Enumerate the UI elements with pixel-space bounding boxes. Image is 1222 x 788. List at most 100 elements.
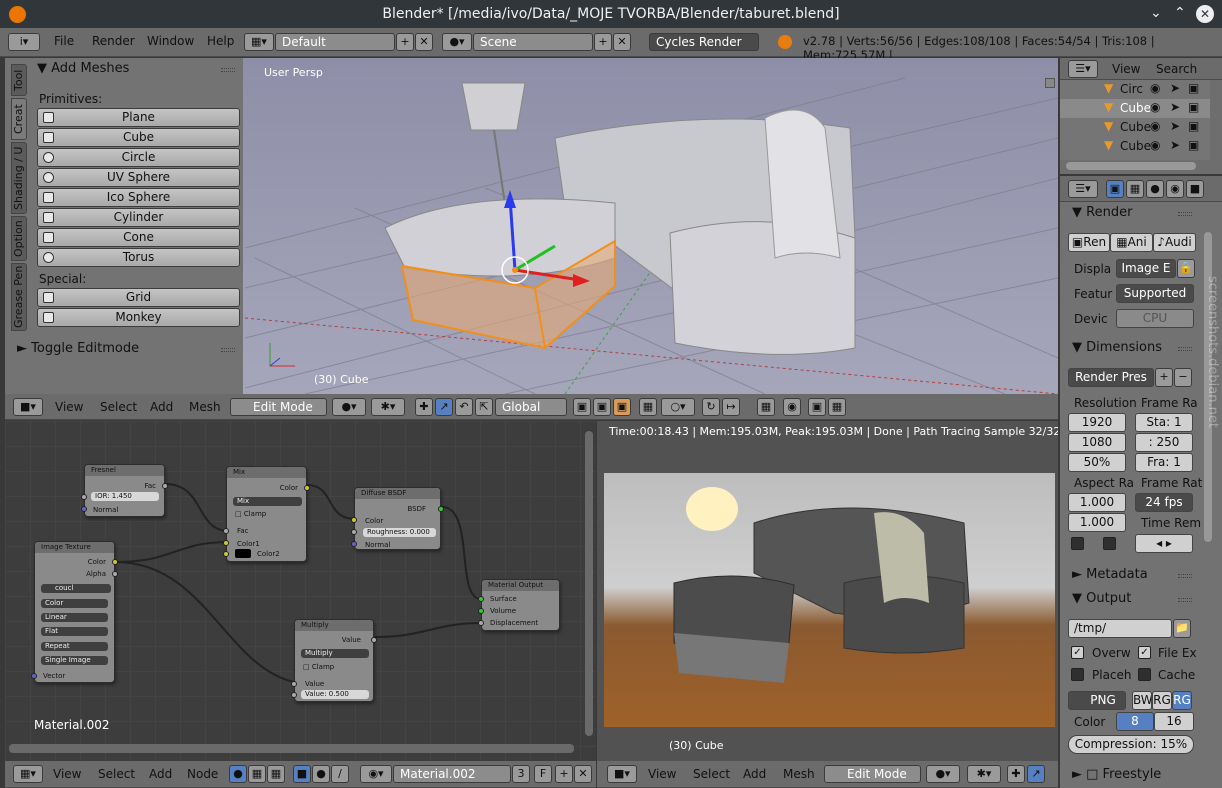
material-fake-user-button[interactable]: F xyxy=(534,765,552,783)
rotate-icon[interactable]: ↶ xyxy=(455,398,473,416)
resolution-y-field[interactable]: 1080 xyxy=(1068,433,1126,452)
node-horizontal-scrollbar[interactable] xyxy=(9,744,574,753)
render-animation-button[interactable]: ▦Ani xyxy=(1110,233,1153,252)
add-cylinder-button[interactable]: Cylinder xyxy=(37,208,240,227)
node-image-texture[interactable]: Image Texture Color Alpha coucl Color Li… xyxy=(31,541,118,683)
device-select[interactable]: CPU xyxy=(1116,309,1194,328)
compositing-nodes-icon[interactable]: ▦ xyxy=(248,765,266,783)
output-path-field[interactable]: /tmp/ xyxy=(1068,619,1172,638)
socket-icon[interactable] xyxy=(291,692,297,698)
eye-icon[interactable]: ◉ xyxy=(1150,100,1160,114)
render-panel-header[interactable]: ▼ Render xyxy=(1072,205,1132,220)
color-rgba-button[interactable]: RG xyxy=(1172,691,1192,710)
node-fresnel[interactable]: Fresnel Fac IOR: 1.450 Normal xyxy=(81,464,168,517)
shading-mode-icon[interactable]: ●▾ xyxy=(332,398,366,416)
mix-clamp-checkbox[interactable]: □ Clamp xyxy=(235,510,266,518)
render-shading-icon[interactable]: ●▾ xyxy=(926,765,960,783)
node-diffuse-bsdf[interactable]: Diffuse BSDF BSDF Color Roughness: 0.000… xyxy=(351,487,444,550)
metadata-panel-header[interactable]: ► Metadata xyxy=(1072,567,1148,582)
eye-icon[interactable]: ◉ xyxy=(1150,138,1160,152)
render-editor-type-icon[interactable]: ■▾ xyxy=(607,765,637,783)
render-menu-mesh[interactable]: Mesh xyxy=(783,767,815,781)
properties-editor-type-icon[interactable]: ☰▾ xyxy=(1068,180,1098,198)
layout-add-button[interactable]: + xyxy=(396,33,414,51)
socket-icon[interactable] xyxy=(162,483,168,489)
file-extensions-checkbox[interactable]: ✓ xyxy=(1138,646,1151,659)
feature-select[interactable]: Supported xyxy=(1116,284,1194,303)
render-toggle-icon[interactable]: ▣ xyxy=(1188,100,1199,114)
render-menu-view[interactable]: View xyxy=(648,767,676,781)
frame-step-field[interactable]: Fra: 1 xyxy=(1135,453,1193,472)
color-rgb-button[interactable]: RG xyxy=(1152,691,1172,710)
scale-icon[interactable]: ⇱ xyxy=(475,398,493,416)
node-material-output[interactable]: Material Output Surface Volume Displacem… xyxy=(478,579,560,631)
image-source-select[interactable]: Single Image xyxy=(41,656,108,665)
eye-icon[interactable]: ◉ xyxy=(1150,81,1160,95)
viewport-menu-add[interactable]: Add xyxy=(150,400,173,414)
viewport-menu-select[interactable]: Select xyxy=(100,400,137,414)
socket-icon[interactable] xyxy=(478,596,484,602)
render-menu-add[interactable]: Add xyxy=(743,767,766,781)
frame-end-field[interactable]: : 250 xyxy=(1135,433,1193,452)
image-color-select[interactable]: Color xyxy=(41,599,108,608)
add-circle-button[interactable]: Circle xyxy=(37,148,240,167)
panel-grip-icon[interactable] xyxy=(1178,598,1192,602)
outliner-menu-view[interactable]: View xyxy=(1112,62,1140,76)
close-icon[interactable]: ✕ xyxy=(1196,5,1214,23)
node-vertical-scrollbar[interactable] xyxy=(585,431,593,736)
socket-icon[interactable] xyxy=(351,517,357,523)
file-format-select[interactable]: PNG xyxy=(1068,691,1126,710)
render-mode-select[interactable]: Edit Mode xyxy=(824,765,921,783)
layout-field[interactable]: Default xyxy=(275,33,395,51)
outliner-menu-search[interactable]: Search xyxy=(1156,62,1197,76)
fresnel-ior-field[interactable]: IOR: 1.450 xyxy=(91,492,159,501)
aspect-x-field[interactable]: 1.000 xyxy=(1068,493,1126,512)
socket-icon[interactable] xyxy=(478,620,484,626)
color-bw-button[interactable]: BW xyxy=(1132,691,1152,710)
info-editor-type-icon[interactable]: i▾ xyxy=(8,33,40,51)
socket-icon[interactable] xyxy=(223,551,229,557)
compression-slider[interactable]: Compression: 15% xyxy=(1068,735,1194,754)
multiply-mode-select[interactable]: Multiply xyxy=(301,649,369,658)
render-still-button[interactable]: ▣Ren xyxy=(1068,233,1110,252)
maximize-icon[interactable]: ⌃ xyxy=(1174,5,1186,21)
eye-icon[interactable]: ◉ xyxy=(1150,119,1160,133)
multiply-clamp-checkbox[interactable]: □ Clamp xyxy=(303,663,334,671)
dimensions-panel-header[interactable]: ▼ Dimensions xyxy=(1072,340,1162,355)
menu-window[interactable]: Window xyxy=(147,34,194,48)
cursor-icon[interactable]: ➤ xyxy=(1170,119,1180,133)
object-tab-icon[interactable]: ■ xyxy=(1186,180,1204,198)
tab-tool[interactable]: Tool xyxy=(11,64,27,96)
pivot-icon[interactable]: ✱▾ xyxy=(371,398,405,416)
socket-icon[interactable] xyxy=(291,681,297,687)
resolution-percent-field[interactable]: 50% xyxy=(1068,453,1126,472)
scene-icon[interactable]: ●▾ xyxy=(442,33,472,51)
render-toggle-icon[interactable]: ▣ xyxy=(1188,81,1199,95)
world-shader-icon[interactable]: ● xyxy=(312,765,330,783)
viewport-mode-select[interactable]: Edit Mode xyxy=(230,398,327,416)
freestyle-panel-header[interactable]: ► □ Freestyle xyxy=(1072,767,1161,782)
render-translate-icon[interactable]: ↗ xyxy=(1027,765,1045,783)
opengl-render-icon[interactable]: ◉ xyxy=(783,398,801,416)
cache-result-checkbox[interactable] xyxy=(1138,668,1151,681)
render-preset-select[interactable]: Render Pres xyxy=(1068,368,1154,387)
layout-icon[interactable]: ▦▾ xyxy=(244,33,274,51)
add-uv-sphere-button[interactable]: UV Sphere xyxy=(37,168,240,187)
socket-icon[interactable] xyxy=(112,571,118,577)
render-engine-select[interactable]: Cycles Render xyxy=(649,33,759,51)
scene-remove-button[interactable]: ✕ xyxy=(613,33,631,51)
snap-icon[interactable]: ↻ xyxy=(702,398,720,416)
socket-icon[interactable] xyxy=(438,506,444,512)
menu-file[interactable]: File xyxy=(54,34,74,48)
socket-icon[interactable] xyxy=(112,559,118,565)
add-plane-button[interactable]: Plane xyxy=(37,108,240,127)
color-depth-8-button[interactable]: 8 xyxy=(1116,712,1154,731)
panel-grip-icon[interactable] xyxy=(1178,212,1192,216)
node-menu-add[interactable]: Add xyxy=(149,767,172,781)
node-menu-view[interactable]: View xyxy=(53,767,81,781)
panel-grip-icon[interactable] xyxy=(221,68,235,72)
preset-add-button[interactable]: + xyxy=(1155,368,1173,387)
tab-options[interactable]: Option xyxy=(11,216,27,261)
add-torus-button[interactable]: Torus xyxy=(37,248,240,267)
outliner-row[interactable]: ▼ Cube ◉ ➤ ▣ xyxy=(1060,137,1210,156)
